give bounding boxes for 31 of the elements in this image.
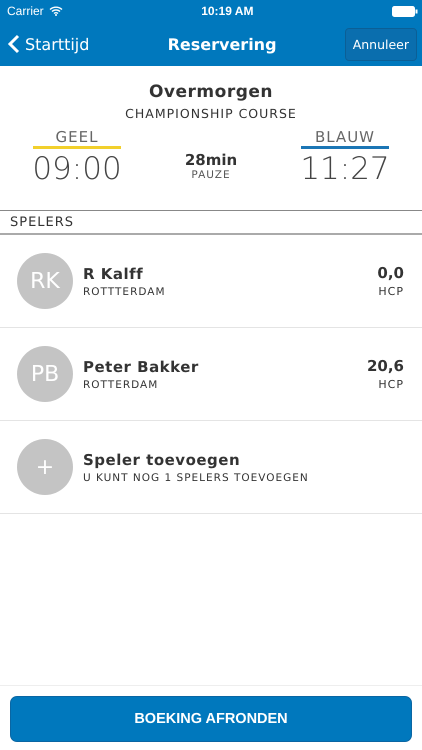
player-subtitle: ROTTTERDAM xyxy=(83,286,167,298)
day-title: Overmorgen xyxy=(148,82,274,102)
player-name: Peter Bakker xyxy=(83,358,200,376)
tee-time: 11:27 xyxy=(300,150,390,189)
player-name: R Kalff xyxy=(83,264,144,282)
avatar: PB xyxy=(17,346,73,402)
submit-button[interactable]: BOEKING AFRONDEN xyxy=(10,696,412,742)
section-header: SPELERS xyxy=(10,214,74,230)
pause-label: PAUZE xyxy=(191,169,231,181)
pause-duration: 28min xyxy=(184,151,238,169)
handicap-value: 20,6 xyxy=(366,357,404,375)
status-time: 10:19 AM xyxy=(201,4,254,18)
battery-icon xyxy=(392,6,418,16)
player-subtitle: U KUNT NOG 1 SPELERS TOEVOEGEN xyxy=(83,472,310,484)
screen-title: Reservering xyxy=(168,34,277,54)
handicap-value: 0,0 xyxy=(377,264,404,282)
tee-name: GEEL xyxy=(56,129,98,146)
handicap-label: HCP xyxy=(378,378,404,391)
carrier-label: Carrier xyxy=(7,4,44,18)
tee-time: 09:00 xyxy=(32,150,122,189)
handicap-label: HCP xyxy=(378,285,404,298)
wifi-icon xyxy=(48,6,63,16)
cancel-button[interactable]: Annuleer xyxy=(344,28,417,60)
tee-name: BLAUW xyxy=(314,129,376,146)
course-name: CHAMPIONSHIP COURSE xyxy=(125,106,297,121)
back-label: Starttijd xyxy=(25,34,90,54)
avatar: RK xyxy=(17,253,73,309)
chevron-left-icon xyxy=(8,34,20,54)
back-button[interactable]: Starttijd xyxy=(8,34,90,54)
player-subtitle: ROTTERDAM xyxy=(83,378,160,390)
player-name: Speler toevoegen xyxy=(83,450,242,468)
